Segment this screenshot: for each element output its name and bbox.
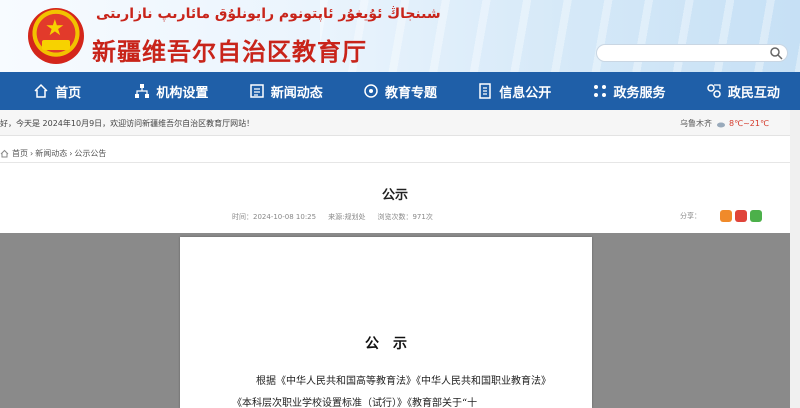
weather-city: 乌鲁木齐 — [680, 119, 712, 128]
weather-widget: 乌鲁木齐 8℃~21℃ — [680, 118, 769, 129]
home-icon — [0, 149, 9, 158]
nav-label: 教育专题 — [384, 85, 437, 101]
share-qzone-icon[interactable] — [720, 210, 732, 222]
share-bar: 分享： — [680, 210, 762, 222]
nav-item-organization[interactable]: 机构设置 — [114, 72, 228, 110]
nav-item-topics[interactable]: 教育专题 — [343, 72, 457, 110]
uyghur-site-title: شىنجاڭ ئۇيغۇر ئاپتونوم رايونلۇق مائارىپ … — [96, 6, 441, 22]
nav-label: 机构设置 — [156, 85, 209, 101]
share-weibo-icon[interactable] — [735, 210, 747, 222]
cloud-icon — [717, 122, 725, 127]
nav-item-home[interactable]: 首页 — [0, 72, 114, 110]
topic-icon — [363, 83, 379, 99]
home-icon — [33, 83, 49, 99]
greeting-bar: 好，今天是 2024年10月9日，欢迎访问新疆维吾尔自治区教育厅网站！ 乌鲁木齐… — [0, 110, 800, 136]
main-nav: 首页 机构设置 新闻动态 教育专题 信息公开 政务服务 政民互动 — [0, 72, 800, 110]
site-title[interactable]: 新疆维吾尔自治区教育厅 — [92, 32, 367, 67]
service-icon — [592, 83, 608, 99]
search-bar — [596, 44, 788, 66]
document-page: 公示 根据《中华人民共和国高等教育法》《中华人民共和国职业教育法》《本科层次职业… — [180, 237, 592, 408]
nav-item-info-disclosure[interactable]: 信息公开 — [457, 72, 571, 110]
nav-label: 首页 — [55, 85, 82, 101]
nav-item-gov-services[interactable]: 政务服务 — [571, 72, 685, 110]
share-wechat-icon[interactable] — [750, 210, 762, 222]
welcome-message: 好，今天是 2024年10月9日，欢迎访问新疆维吾尔自治区教育厅网站！ — [0, 119, 255, 128]
news-icon — [249, 83, 265, 99]
weather-temperature: 8℃~21℃ — [729, 119, 769, 128]
breadcrumb-home[interactable]: 首页 — [12, 148, 28, 159]
share-label: 分享： — [680, 212, 701, 220]
breadcrumb-separator: › — [30, 149, 34, 158]
info-doc-icon — [477, 83, 493, 99]
org-chart-icon — [134, 83, 150, 99]
nav-label: 政民互动 — [727, 85, 780, 101]
nav-label: 信息公开 — [499, 85, 552, 101]
gate-icon — [42, 40, 70, 50]
document-heading: 公示 — [365, 336, 421, 352]
publish-time: 时间：2024-10-08 10:25 — [232, 213, 317, 221]
page-scrollbar[interactable] — [790, 110, 800, 408]
star-icon: ★ — [45, 16, 65, 41]
interaction-icon — [706, 83, 722, 99]
search-input[interactable] — [605, 49, 765, 66]
nav-item-news[interactable]: 新闻动态 — [229, 72, 343, 110]
nav-label: 新闻动态 — [270, 85, 323, 101]
nav-label: 政务服务 — [613, 85, 666, 101]
breadcrumb: 首页 › 新闻动态 › 公示公告 — [0, 148, 106, 159]
breadcrumb-separator: › — [69, 149, 73, 158]
search-icon[interactable] — [769, 46, 783, 60]
breadcrumb-current[interactable]: 公示公告 — [74, 148, 106, 159]
divider — [0, 162, 790, 163]
header-banner: ★ شىنجاڭ ئۇيغۇر ئاپتونوم رايونلۇق مائارى… — [0, 0, 800, 72]
article-meta: 时间：2024-10-08 10:25 来源:规划处 浏览次数：971次 — [232, 212, 445, 222]
nav-item-interaction[interactable]: 政民互动 — [686, 72, 800, 110]
document-paragraph: 根据《中华人民共和国高等教育法》《中华人民共和国职业教育法》《本科层次职业学校设… — [232, 376, 551, 408]
national-emblem-logo[interactable]: ★ — [28, 8, 84, 64]
breadcrumb-news[interactable]: 新闻动态 — [35, 148, 67, 159]
view-count: 浏览次数：971次 — [377, 213, 433, 221]
article-source: 来源:规划处 — [328, 213, 366, 221]
article-title: 公示 — [381, 188, 408, 203]
